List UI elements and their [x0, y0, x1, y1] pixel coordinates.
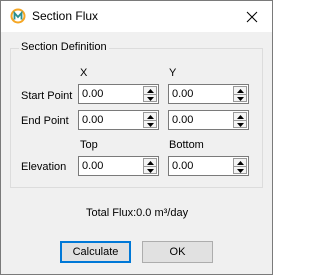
window-title: Section Flux: [32, 9, 99, 23]
column-y-label: Y: [169, 67, 177, 79]
spin-up-icon[interactable]: [143, 158, 157, 166]
end-point-y-value: 0.00: [172, 114, 194, 126]
elevation-top-value: 0.00: [82, 160, 104, 172]
spin-down-icon[interactable]: [233, 94, 247, 102]
spin-up-icon[interactable]: [233, 158, 247, 166]
start-point-y-stepper[interactable]: 0.00: [168, 84, 249, 104]
start-point-y-value: 0.00: [172, 88, 194, 100]
title-bar[interactable]: Section Flux: [1, 1, 272, 32]
elevation-label: Elevation: [21, 161, 67, 173]
spin-down-icon[interactable]: [233, 166, 247, 174]
start-point-x-stepper[interactable]: 0.00: [78, 84, 159, 104]
end-point-label: End Point: [21, 115, 69, 127]
spin-up-icon[interactable]: [233, 86, 247, 94]
spin-down-icon[interactable]: [143, 166, 157, 174]
start-point-label: Start Point: [21, 90, 73, 102]
ok-button[interactable]: OK: [142, 241, 213, 263]
spin-up-icon[interactable]: [143, 86, 157, 94]
end-point-y-stepper[interactable]: 0.00: [168, 110, 249, 130]
spin-down-icon[interactable]: [233, 120, 247, 128]
column-top-label: Top: [80, 139, 98, 151]
start-point-x-value: 0.00: [82, 88, 104, 100]
elevation-top-stepper[interactable]: 0.00: [78, 156, 159, 176]
column-bottom-label: Bottom: [169, 139, 204, 151]
close-icon[interactable]: [242, 7, 262, 27]
spin-down-icon[interactable]: [143, 120, 157, 128]
spin-down-icon[interactable]: [143, 94, 157, 102]
elevation-bottom-stepper[interactable]: 0.00: [168, 156, 249, 176]
calculate-button[interactable]: Calculate: [60, 241, 131, 263]
end-point-x-value: 0.00: [82, 114, 104, 126]
spin-up-icon[interactable]: [143, 112, 157, 120]
app-logo-icon: [10, 8, 26, 24]
spin-up-icon[interactable]: [233, 112, 247, 120]
group-title: Section Definition: [19, 41, 109, 53]
column-x-label: X: [80, 67, 88, 79]
end-point-x-stepper[interactable]: 0.00: [78, 110, 159, 130]
elevation-bottom-value: 0.00: [172, 160, 194, 172]
dialog-window: Section Flux Section Definition X Y Star…: [0, 0, 273, 275]
total-flux-readout: Total Flux:0.0 m³/day: [86, 207, 189, 219]
